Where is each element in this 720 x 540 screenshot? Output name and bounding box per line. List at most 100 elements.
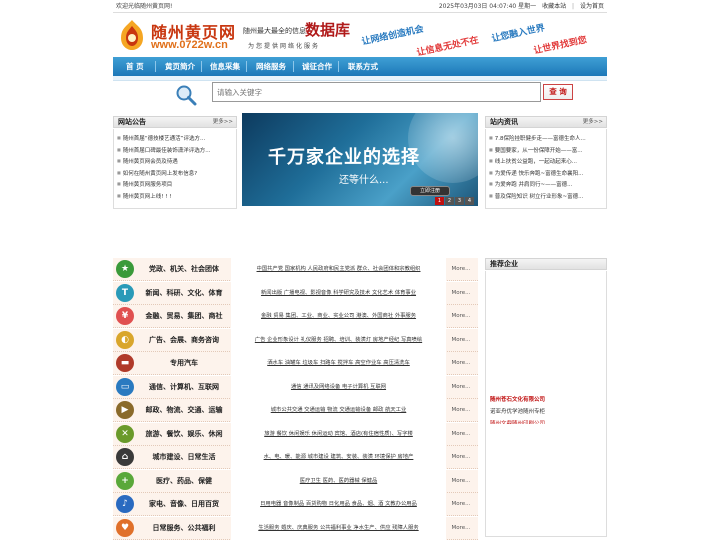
notice-item[interactable]: 随州首届口碑最佳装饰潇洋评选方... (117, 144, 237, 156)
recommend-title: 推荐企业 (490, 260, 518, 268)
news-item[interactable]: 7.8保险挂职健步走——富德生命人... (489, 132, 609, 144)
banner-pager: 1234 (434, 191, 474, 205)
category-more-link[interactable]: More... (446, 305, 476, 328)
recommend-body: 随州苍石文化有限公司 诺亚舟优学池随州专柜 随州文鼎随州印刷公司 (485, 271, 607, 537)
news-item[interactable]: 线上扶贫公益跑，一起动起来心... (489, 155, 609, 167)
category-name[interactable]: 金融、贸易、集团、商社 (139, 305, 229, 328)
logo-url: www.0722w.cn (151, 39, 228, 51)
category-name[interactable]: 党政、机关、社会团体 (139, 258, 229, 281)
category-row: ⌂ 城市建设、日常生活 水、电、暖、能源 城市建设 建筑、安装、装潢 环境保护 … (113, 446, 478, 469)
category-more-link[interactable]: More... (446, 258, 476, 281)
category-links[interactable]: 金融 贸易 集团、工业、商业、实业公司 港澳、外国商社 外事服务 (231, 305, 446, 328)
nav-item-collect[interactable]: 信息采集 (210, 57, 240, 76)
news-item[interactable]: 为爱传递 快乐奔跑~富德生命襄阳... (489, 167, 609, 179)
news-list: 7.8保险挂职健步走——富德生命人... 要国要家，从一份保障开始——富... … (489, 132, 609, 201)
category-row: ¥ 金融、贸易、集团、商社 金融 贸易 集团、工业、商业、实业公司 港澳、外国商… (113, 305, 478, 328)
category-links[interactable]: 水、电、暖、能源 城市建设 建筑、安装、装潢 环境保护 房地产 (231, 446, 446, 469)
category-row: ◐ 广告、会展、商务咨询 广告 企业形象设计 礼仪服务 招聘、培训、装潢灯 房地… (113, 328, 478, 352)
category-name[interactable]: 专用汽车 (139, 352, 229, 375)
notice-item[interactable]: 如何在随州黄页网上发布信息? (117, 167, 237, 179)
category-name[interactable]: 邮政、物流、交通、运输 (139, 399, 229, 422)
cutlery-icon: ✕ (116, 424, 134, 443)
category-name[interactable]: 广告、会展、商务咨询 (139, 329, 229, 352)
category-name[interactable]: 旅游、餐饮、娱乐、休闲 (139, 423, 229, 446)
appliance-icon: ♪ (116, 495, 134, 513)
banner-page-1[interactable]: 1 (435, 197, 444, 205)
banner-page-4[interactable]: 4 (465, 197, 474, 205)
finance-icon: ¥ (116, 307, 134, 325)
datetime: 2025年03月03日 04:07:40 星期一 (438, 3, 537, 10)
nav-item-cooperation[interactable]: 诚征合作 (302, 57, 332, 76)
category-name[interactable]: 日常服务、公共福利 (139, 517, 229, 540)
category-links[interactable]: 日用电器 音像制品 百货购物 日化用品 食品、烟、酒 文教办公用品 (231, 493, 446, 516)
news-item[interactable]: 要国要家，从一份保障开始——富... (489, 144, 609, 156)
category-row: ▬ 专用汽车 洒水车 油罐车 垃圾车 扫路车 搅拌车 高空作业车 高压清洗车 M… (113, 352, 478, 375)
category-more-link[interactable]: More... (446, 446, 476, 469)
recommend-item[interactable]: 随州苍石文化有限公司 (490, 395, 545, 403)
ad-word-4: 让世界找到您 (532, 35, 588, 57)
logo-icon[interactable] (117, 18, 147, 52)
banner-page-3[interactable]: 3 (455, 197, 464, 205)
category-links[interactable]: 城市公共交通 交通运输 物流 交通运输设备 邮政 航天工业 (231, 399, 446, 422)
nav-divider (246, 61, 247, 72)
category-links[interactable]: 广告 企业形象设计 礼仪服务 招聘、培训、装潢灯 房地产经纪 写真喷绘 (231, 328, 446, 352)
truck-icon: ▬ (116, 354, 134, 372)
ad-word-3: 让您融入世界 (490, 23, 546, 45)
notice-item[interactable]: 随州黄页网上线! ! ! (117, 190, 237, 202)
news-more-link[interactable]: 更多>> (583, 117, 603, 128)
news-header: 站内资讯 更多>> (485, 116, 607, 128)
bookmark-link[interactable]: 收藏本站 (542, 3, 566, 10)
category-links[interactable]: 新闻出版 广播电视、影视音像 科学研究及技术 文化艺术 体育事业 (231, 281, 446, 305)
notice-more-link[interactable]: 更多>> (213, 117, 233, 128)
category-more-link[interactable]: More... (446, 470, 476, 493)
nav-item-home[interactable]: 首 页 (126, 57, 144, 76)
category-name[interactable]: 通信、计算机、互联网 (139, 376, 229, 399)
nav-item-services[interactable]: 网络服务 (256, 57, 286, 76)
set-home-link[interactable]: 设为首页 (580, 3, 604, 10)
category-links[interactable]: 中国共产党 国家机构 人民政府和民主党派 群众、社会团体和宗教组织 (231, 258, 446, 281)
category-name[interactable]: 新闻、科研、文化、体育 (139, 282, 229, 305)
notice-item[interactable]: 随州黄页网服务项目 (117, 178, 237, 190)
category-row: ♪ 家电、音像、日用百货 日用电器 音像制品 百货购物 日化用品 食品、烟、酒 … (113, 493, 478, 516)
news-item[interactable]: 为爱奔跑 并肩同行~——富德... (489, 178, 609, 190)
category-links[interactable]: 旅游 餐饮 休闲娱乐 休闲运动 宾馆、酒店(有住宿性质)、写字楼 (231, 422, 446, 446)
category-links[interactable]: 洒水车 油罐车 垃圾车 扫路车 搅拌车 高空作业车 高压清洗车 (231, 352, 446, 375)
category-more-link[interactable]: More... (446, 399, 476, 422)
banner-page-2[interactable]: 2 (445, 197, 454, 205)
category-row: T 新闻、科研、文化、体育 新闻出版 广播电视、影视音像 科学研究及技术 文化艺… (113, 281, 478, 305)
notice-item[interactable]: 随州首届“德技楼艺通活”评选方... (117, 132, 237, 144)
category-name[interactable]: 家电、音像、日用百货 (139, 493, 229, 516)
ad-word-1: 让网络创造机会 (360, 24, 425, 48)
recommend-item[interactable]: 诺亚舟优学池随州专柜 (490, 407, 545, 415)
service-icon: ♥ (116, 518, 134, 537)
nav-divider (338, 61, 339, 72)
category-more-link[interactable]: More... (446, 352, 476, 375)
category-links[interactable]: 医疗卫生 医药、医药器械 保健品 (231, 469, 446, 493)
header: 随州黄页网 www.0722w.cn 随州最大最全的信息 数据库 为您提供网络化… (113, 14, 607, 58)
category-links[interactable]: 生活服务 婚庆、庆典服务 公共福利事业 净水生产、供应 残障人服务 (231, 516, 446, 540)
search-input[interactable] (212, 82, 541, 102)
nav-divider (155, 61, 156, 72)
category-name[interactable]: 城市建设、日常生活 (139, 446, 229, 469)
slogan-sub: 为您提供网络化服务 (248, 43, 321, 50)
category-name[interactable]: 医疗、药品、保健 (139, 470, 229, 493)
promo-banner[interactable]: 千万家企业的选择 还等什么... 立即注册 1234 (242, 113, 478, 206)
category-more-link[interactable]: More... (446, 517, 476, 540)
nav-item-intro[interactable]: 黄页简介 (165, 57, 195, 76)
nav-item-contact[interactable]: 联系方式 (348, 57, 378, 76)
category-more-link[interactable]: More... (446, 376, 476, 399)
notice-header: 网站公告 更多>> (113, 116, 237, 128)
news-item[interactable]: 普及保险知识 树立行业形象~富德... (489, 190, 609, 202)
category-links[interactable]: 通信 通讯及网络设备 电子计算机 互联网 (231, 375, 446, 399)
category-row: ★ 党政、机关、社会团体 中国共产党 国家机构 人民政府和民主党派 群众、社会团… (113, 258, 478, 281)
category-more-link[interactable]: More... (446, 423, 476, 446)
category-more-link[interactable]: More... (446, 493, 476, 516)
notice-item[interactable]: 随州黄页网会员及待遇 (117, 155, 237, 167)
slogan-big: 数据库 (305, 21, 351, 39)
delivery-icon: ▶ (116, 401, 134, 419)
recommend-item[interactable]: 随州文鼎随州印刷公司 (490, 419, 545, 424)
search-button[interactable]: 查 询 (543, 84, 573, 100)
category-more-link[interactable]: More... (446, 329, 476, 352)
category-more-link[interactable]: More... (446, 282, 476, 305)
notice-title: 网站公告 (118, 118, 146, 126)
